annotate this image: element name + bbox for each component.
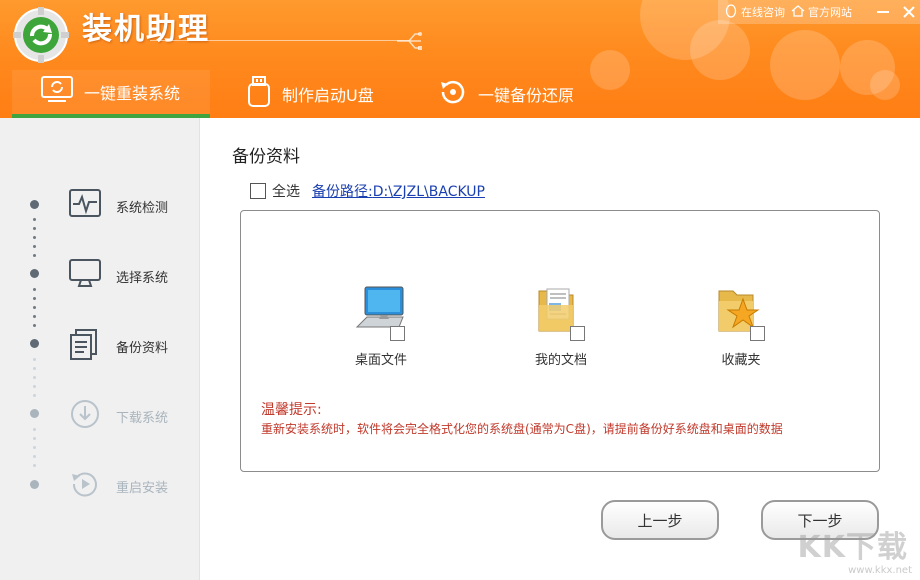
tip-text: 重新安装系统时，软件将会完全格式化您的系统盘(通常为C盘)，请提前备份好系统盘和… bbox=[261, 422, 783, 436]
top-links: 在线咨询 官方网站 bbox=[718, 0, 920, 24]
step-dot bbox=[30, 200, 39, 209]
step-dot bbox=[30, 480, 39, 489]
backup-item-desktop[interactable]: 桌面文件 bbox=[331, 283, 431, 368]
restart-icon bbox=[68, 468, 102, 504]
close-button[interactable] bbox=[898, 0, 920, 24]
desktop-computer-icon bbox=[353, 283, 409, 341]
prev-step-button[interactable]: 上一步 bbox=[601, 500, 719, 540]
title-bar: 装机助理 在线咨询 官方网站 一键重装系统 制作启动U盘 一键备份还原 bbox=[0, 0, 920, 118]
monitor-icon bbox=[68, 258, 102, 294]
desktop-files-checkbox[interactable] bbox=[390, 326, 405, 341]
documents-folder-icon bbox=[533, 283, 589, 341]
qq-icon bbox=[724, 3, 738, 21]
tab-make-usb-label: 制作启动U盘 bbox=[282, 86, 374, 105]
favorites-folder-icon bbox=[713, 283, 769, 341]
download-icon bbox=[68, 398, 102, 434]
tab-backup-restore[interactable]: 一键备份还原 bbox=[408, 70, 608, 118]
tab-reinstall-label: 一键重装系统 bbox=[84, 84, 181, 103]
select-all-checkbox[interactable] bbox=[250, 183, 266, 199]
monitor-refresh-icon bbox=[40, 75, 74, 109]
select-all-row: 全选 备份路径:D:\ZJZL\BACKUP bbox=[250, 181, 485, 201]
favorites-label: 收藏夹 bbox=[721, 353, 761, 368]
desktop-files-label: 桌面文件 bbox=[354, 353, 407, 368]
step-restart-install-label: 重启安装 bbox=[116, 480, 169, 496]
tab-backup-label: 一键备份还原 bbox=[478, 86, 575, 105]
step-choose-system: 选择系统 bbox=[68, 258, 168, 294]
backup-path-label: 备份路径: bbox=[312, 184, 373, 200]
main-tabs: 一键重装系统 制作启动U盘 一键备份还原 bbox=[12, 70, 608, 118]
home-icon bbox=[791, 4, 805, 21]
step-system-check-label: 系统检测 bbox=[116, 200, 169, 216]
pulse-monitor-icon bbox=[68, 188, 102, 224]
tip-title: 温馨提示: bbox=[261, 402, 322, 418]
watermark-text: www.kkx.net bbox=[848, 565, 912, 576]
select-all-label: 全选 bbox=[272, 184, 300, 200]
usb-deco-icon bbox=[397, 32, 422, 50]
my-documents-label: 我的文档 bbox=[534, 353, 587, 368]
online-consult-link[interactable]: 在线咨询 bbox=[724, 3, 785, 21]
steps-sidebar: 系统检测 选择系统 备份资料 下载系统 重启安装 bbox=[0, 118, 200, 580]
documents-icon bbox=[68, 328, 102, 364]
minimize-button[interactable] bbox=[874, 0, 892, 24]
backup-path-link[interactable]: 备份路径:D:\ZJZL\BACKUP bbox=[312, 181, 485, 201]
backup-item-documents[interactable]: 我的文档 bbox=[511, 283, 611, 368]
backup-restore-icon bbox=[438, 77, 468, 111]
step-dot bbox=[30, 269, 39, 278]
favorites-checkbox[interactable] bbox=[750, 326, 765, 341]
page-title: 备份资料 bbox=[232, 147, 300, 167]
step-system-check: 系统检测 bbox=[68, 188, 168, 224]
step-dot bbox=[30, 339, 39, 348]
step-backup-data-label: 备份资料 bbox=[116, 340, 169, 356]
usb-drive-icon bbox=[246, 76, 272, 112]
step-download-system: 下载系统 bbox=[68, 398, 168, 434]
app-logo-icon bbox=[12, 6, 70, 64]
step-dot bbox=[30, 409, 39, 418]
online-consult-label: 在线咨询 bbox=[741, 6, 785, 19]
step-backup-data: 备份资料 bbox=[68, 328, 168, 364]
backup-path-value: D:\ZJZL\BACKUP bbox=[372, 184, 485, 200]
backup-items-panel: 桌面文件 我的文档 收藏夹 温馨提示: 重新安装系统时，软件将会完全格式化您的系… bbox=[240, 210, 880, 472]
official-site-label: 官方网站 bbox=[808, 6, 852, 19]
step-choose-system-label: 选择系统 bbox=[116, 270, 169, 286]
backup-item-favorites[interactable]: 收藏夹 bbox=[691, 283, 791, 368]
official-site-link[interactable]: 官方网站 bbox=[791, 4, 852, 21]
app-title: 装机助理 bbox=[82, 12, 210, 47]
tab-reinstall-system[interactable]: 一键重装系统 bbox=[12, 70, 210, 118]
step-download-system-label: 下载系统 bbox=[116, 410, 169, 426]
tab-make-usb[interactable]: 制作启动U盘 bbox=[210, 70, 408, 118]
my-documents-checkbox[interactable] bbox=[570, 326, 585, 341]
watermark-logo: KK下载 bbox=[797, 530, 908, 565]
step-restart-install: 重启安装 bbox=[68, 468, 168, 504]
decorative-line bbox=[150, 40, 410, 41]
